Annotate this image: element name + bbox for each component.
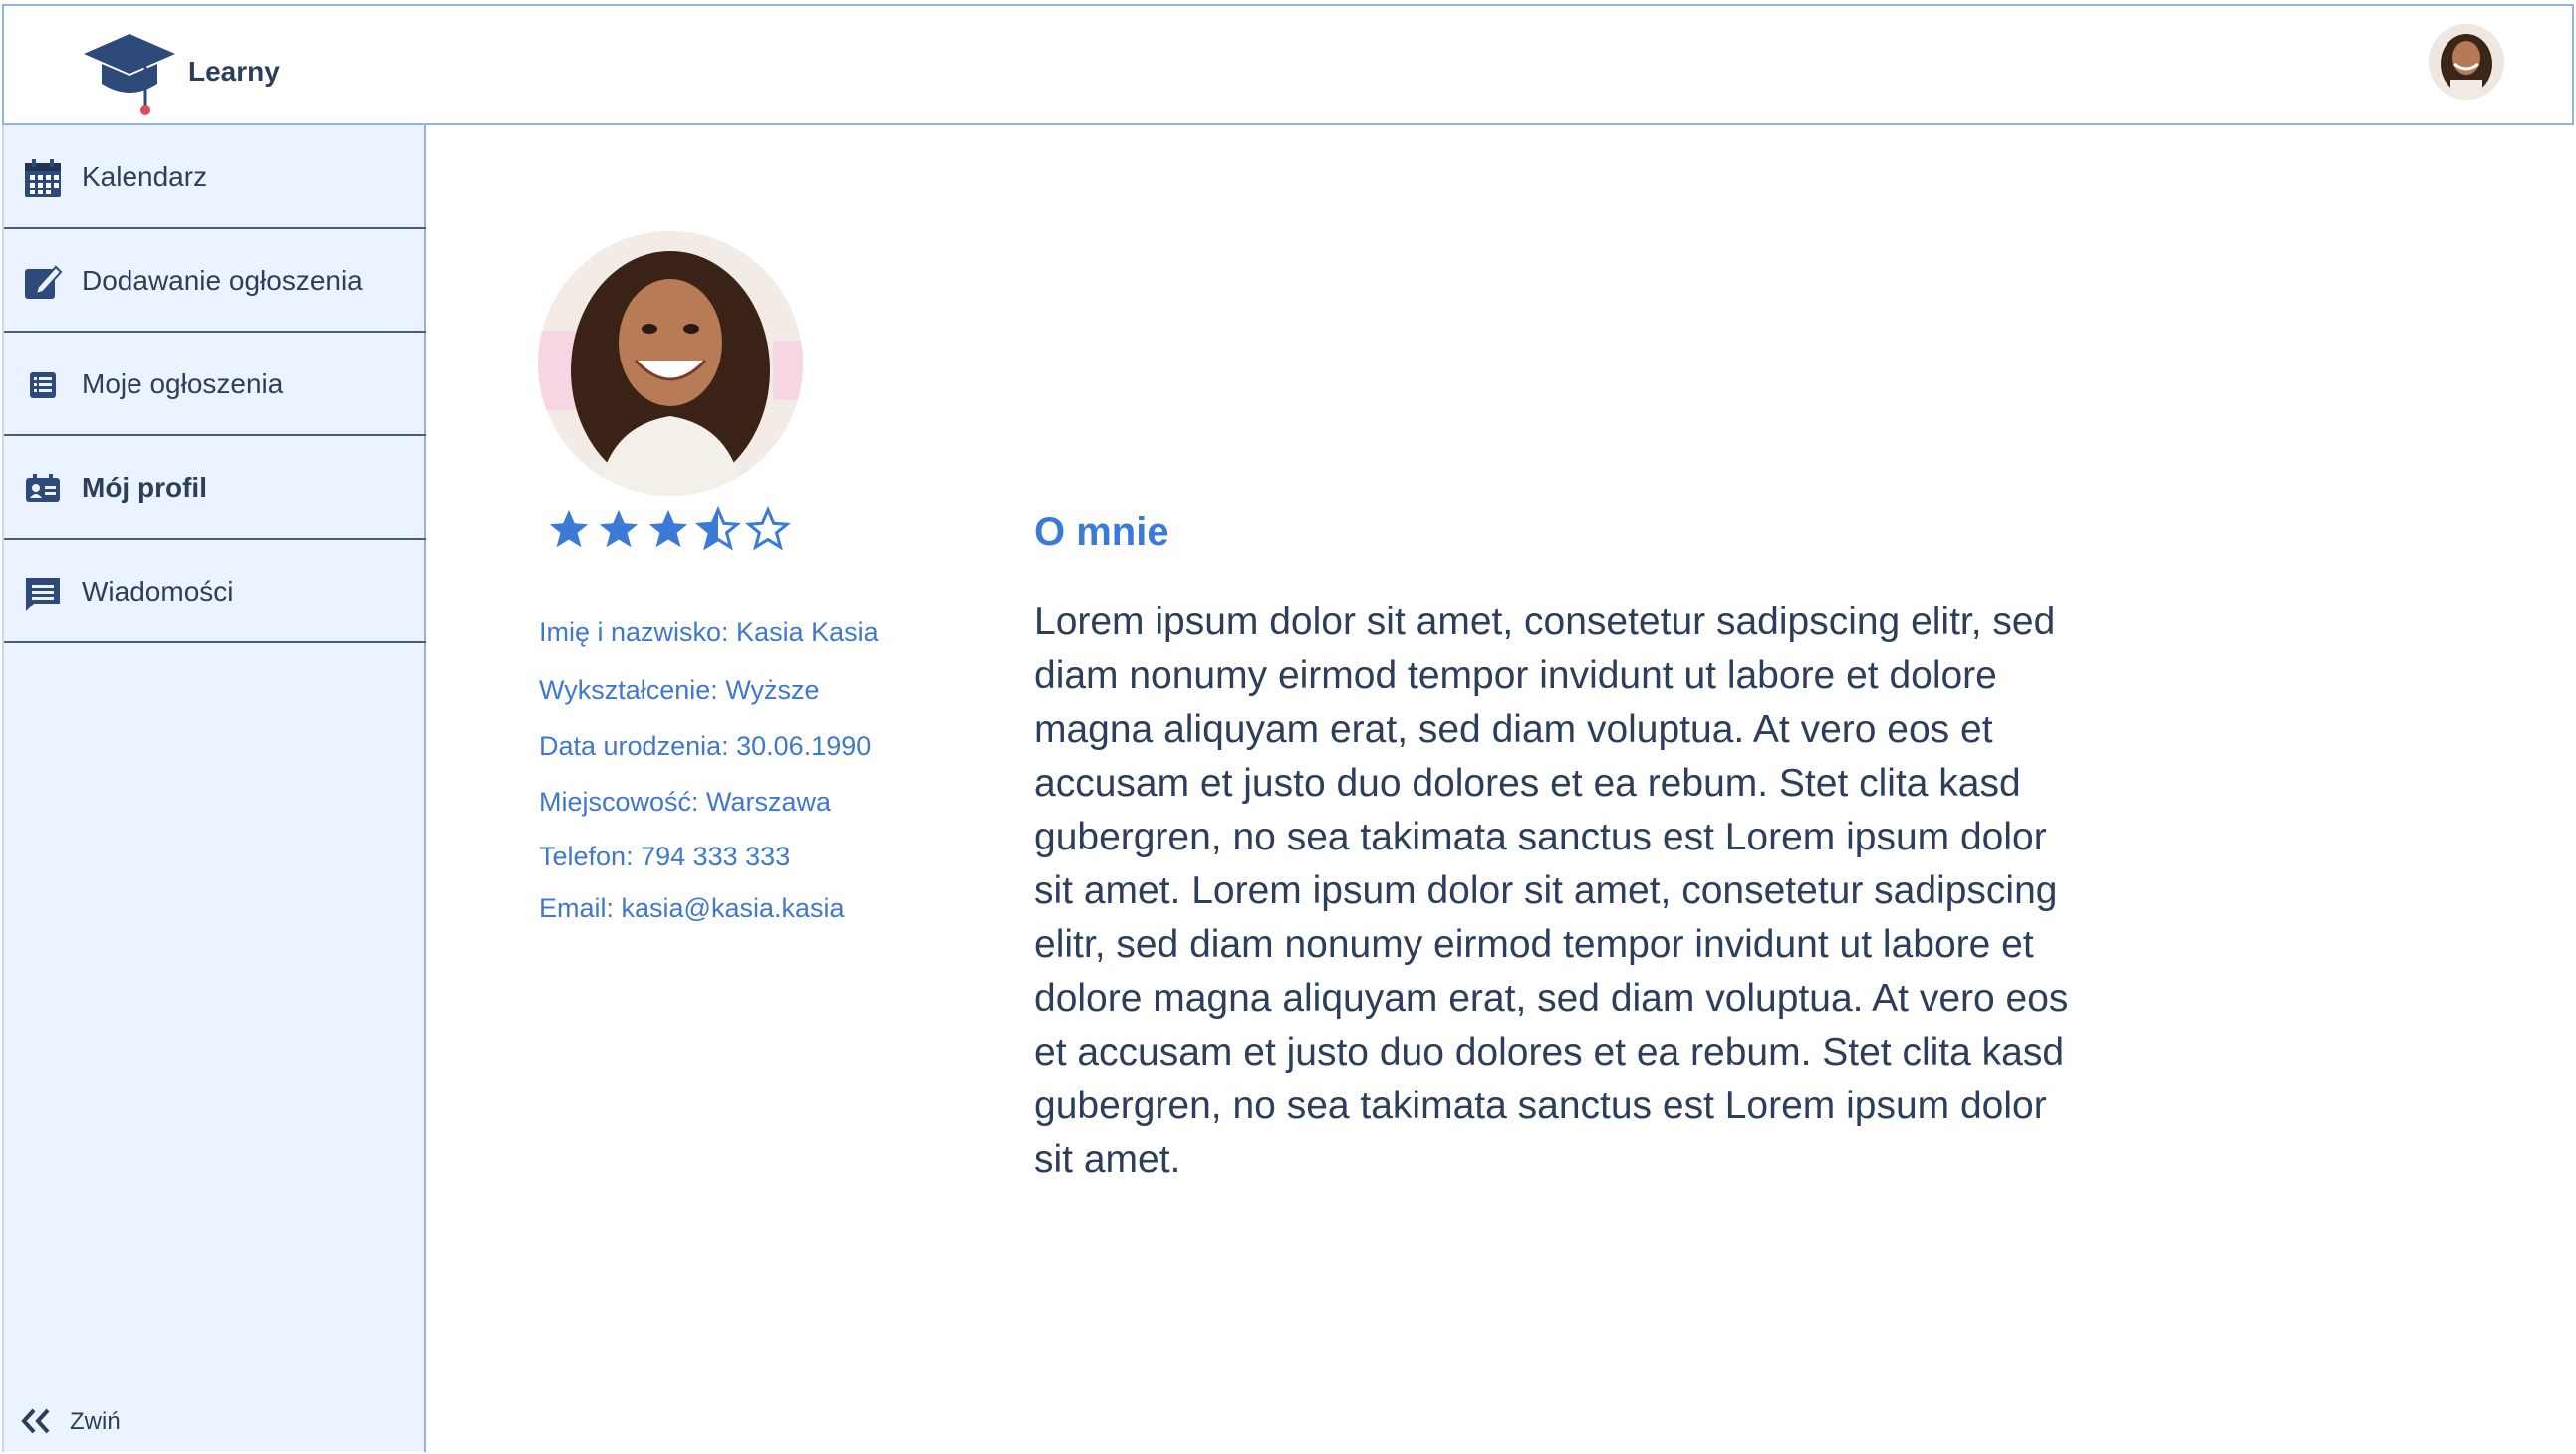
profile-image [538, 231, 803, 496]
top-header: Learny [2, 4, 2574, 125]
star-full-icon [648, 509, 688, 548]
app-window: Learny Kalendarz Dodawanie ogłoszenia Mo… [0, 0, 2576, 1454]
profile-phone: Telefon: 794 333 333 [539, 842, 791, 871]
profile-city: Miejscowość: Warszawa [539, 787, 832, 817]
sidebar-item-label: Moje ogłoszenia [82, 368, 284, 399]
graduation-cap-icon [84, 34, 175, 115]
sidebar-item-add-listing[interactable]: Dodawanie ogłoszenia [4, 229, 426, 333]
star-full-icon [549, 509, 589, 548]
profile-education: Wykształcenie: Wyższe [539, 675, 820, 705]
sidebar-item-calendar[interactable]: Kalendarz [4, 125, 426, 229]
star-full-icon [599, 509, 639, 548]
sidebar-item-label: Dodawanie ogłoszenia [82, 265, 363, 296]
message-icon [26, 578, 60, 611]
sidebar-item-messages[interactable]: Wiadomości [4, 540, 426, 643]
profile-birthdate: Data urodzenia: 30.06.1990 [539, 731, 872, 761]
sidebar-item-label: Mój profil [82, 472, 207, 503]
app-name: Learny [188, 56, 280, 87]
about-text: Lorem ipsum dolor sit amet, consetetur s… [1034, 601, 2069, 1181]
profile-photo [538, 231, 803, 496]
double-chevron-left-icon [21, 1408, 50, 1434]
avatar-image [2429, 24, 2504, 100]
profile-card-icon [26, 474, 60, 502]
profile-name: Imię i nazwisko: Kasia Kasia [539, 617, 879, 647]
sidebar-item-my-profile[interactable]: Mój profil [4, 436, 426, 540]
star-half-icon [695, 506, 741, 551]
star-empty-icon [745, 506, 791, 551]
user-avatar[interactable] [2429, 24, 2504, 100]
sidebar-item-label: Kalendarz [82, 161, 208, 192]
sidebar: Kalendarz Dodawanie ogłoszenia Moje ogło… [2, 125, 426, 1452]
list-icon [30, 372, 56, 398]
calendar-icon [25, 159, 61, 197]
collapse-label: Zwiń [70, 1408, 121, 1435]
sidebar-item-label: Wiadomości [82, 576, 234, 606]
sidebar-item-my-listings[interactable]: Moje ogłoszenia [4, 333, 426, 436]
about-heading: O mnie [1034, 510, 1169, 554]
edit-icon [25, 265, 63, 299]
profile-email: Email: kasia@kasia.kasia [539, 893, 845, 923]
